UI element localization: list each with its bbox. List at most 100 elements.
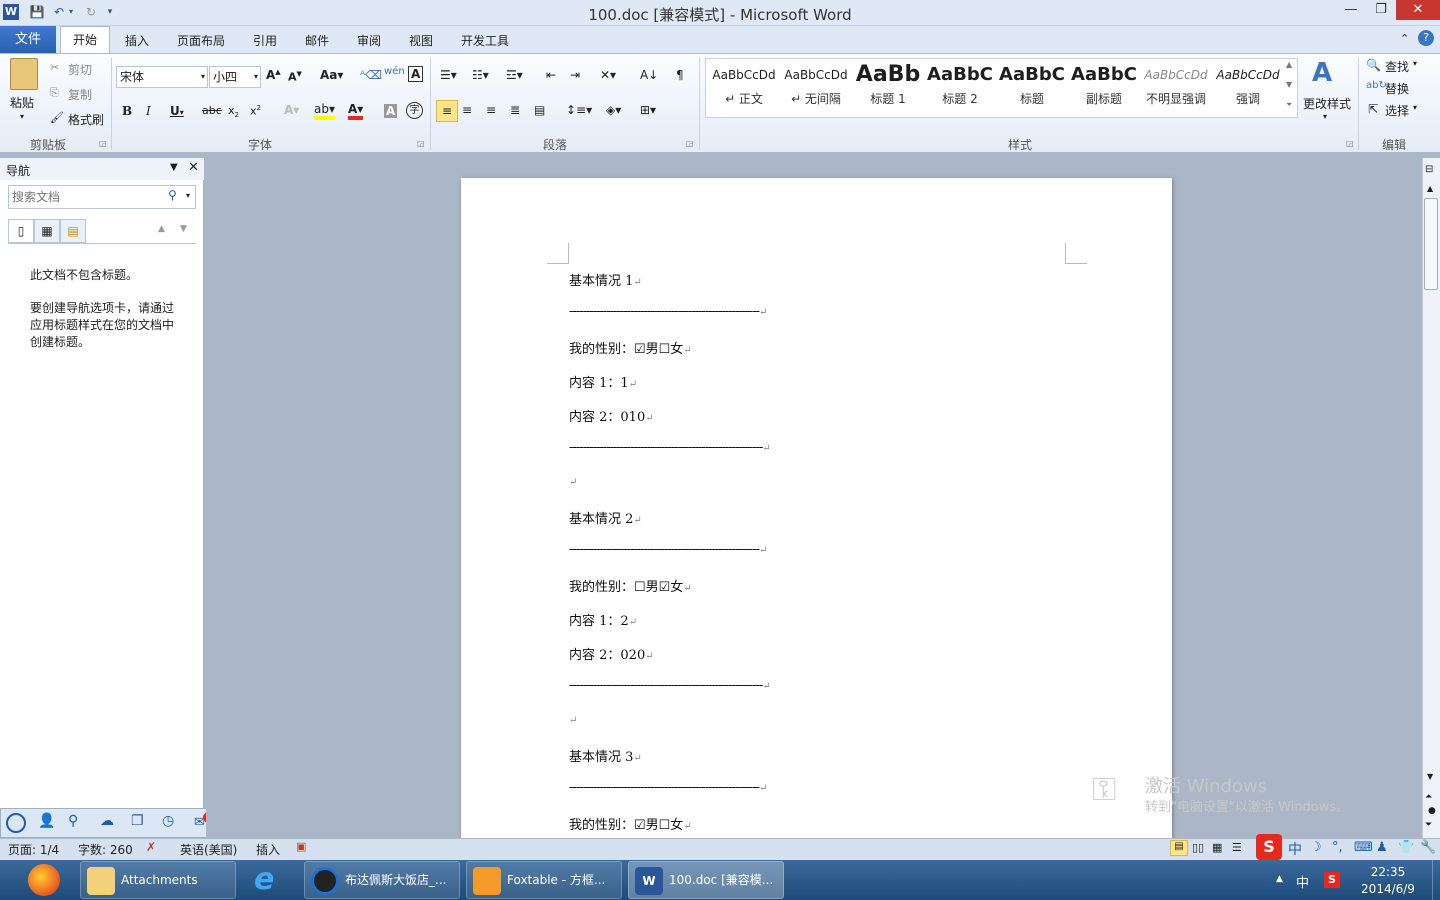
ribbon-minimize-icon[interactable]: ⌃: [1400, 32, 1409, 45]
tab-page-layout[interactable]: 页面布局: [170, 29, 232, 53]
firefox-icon[interactable]: [28, 864, 60, 896]
strikethrough-icon[interactable]: abc: [202, 104, 222, 117]
sogou-ime-icon[interactable]: S: [1256, 834, 1282, 860]
search-icon[interactable]: ⚲: [168, 188, 177, 202]
enclose-characters-icon[interactable]: 字: [406, 102, 423, 119]
tab-mailings[interactable]: 邮件: [298, 29, 336, 53]
font-name-combo[interactable]: 宋体 ▾: [116, 66, 208, 88]
style-subtle-emphasis[interactable]: AaBbCcDd 不明显强调: [1140, 60, 1212, 118]
search-icon[interactable]: ⚲: [68, 813, 78, 829]
status-mode[interactable]: 插入: [256, 841, 280, 858]
cut-button[interactable]: 剪切: [68, 61, 92, 78]
tab-insert[interactable]: 插入: [118, 29, 156, 53]
doc-line[interactable]: ↵: [569, 712, 577, 727]
tray-sogou-icon[interactable]: S: [1324, 872, 1340, 888]
ruler-toggle-icon[interactable]: ⊟: [1425, 164, 1433, 175]
print-layout-view-icon[interactable]: ▤: [1170, 840, 1188, 856]
tab-file[interactable]: 文件: [0, 26, 56, 53]
taskbar-item-foxtable[interactable]: Foxtable - 方框...: [466, 861, 622, 899]
clear-formatting-icon[interactable]: ᴬ⌫: [360, 68, 382, 82]
paragraph-launcher-icon[interactable]: ◲: [686, 139, 694, 148]
doc-line[interactable]: 内容 1：2↵: [569, 610, 637, 629]
internet-explorer-icon[interactable]: e: [254, 862, 274, 897]
macro-record-icon[interactable]: ▣: [296, 840, 306, 853]
doc-line[interactable]: ----------------------------------------…: [569, 678, 771, 693]
doc-line[interactable]: 内容 1：1↵: [569, 372, 637, 391]
ime-punctuation-icon[interactable]: °,: [1332, 840, 1343, 855]
replace-icon[interactable]: ab↻: [1366, 80, 1387, 91]
tab-view[interactable]: 视图: [402, 29, 440, 53]
nav-previous-icon[interactable]: ▲: [158, 224, 165, 234]
multilevel-list-icon[interactable]: ☲▾: [506, 68, 523, 82]
copy-icon[interactable]: ⎘: [50, 86, 59, 100]
search-dropdown-icon[interactable]: ▾: [186, 191, 190, 200]
doc-line[interactable]: 内容 2：020↵: [569, 644, 654, 663]
decrease-indent-icon[interactable]: ⇤: [546, 68, 556, 82]
doc-line[interactable]: 基本情况 3↵: [569, 746, 642, 765]
taskbar-item-word[interactable]: W 100.doc [兼容模...: [628, 861, 784, 899]
shrink-font-icon[interactable]: A▼: [288, 70, 302, 84]
find-button[interactable]: 查找: [1385, 58, 1409, 75]
proofing-icon[interactable]: ✗: [146, 840, 156, 854]
taskbar-item-attachments[interactable]: Attachments: [80, 861, 236, 899]
doc-line[interactable]: 基本情况 1↵: [569, 270, 642, 289]
bold-icon[interactable]: B: [122, 104, 132, 118]
restore-button[interactable]: ❐: [1366, 0, 1396, 20]
browse-headings-tab[interactable]: ▯: [8, 219, 34, 243]
show-desktop-button[interactable]: [1432, 860, 1440, 900]
styles-scroll-up-icon[interactable]: ▲: [1286, 60, 1292, 69]
style-normal[interactable]: AaBbCcDd ↵ 正文: [708, 60, 780, 118]
style-emphasis[interactable]: AaBbCcDd 强调: [1212, 60, 1284, 118]
ime-keyboard-icon[interactable]: ⌨: [1354, 840, 1373, 855]
nav-close-icon[interactable]: ✕: [188, 160, 199, 175]
paste-button[interactable]: 粘贴: [10, 94, 34, 111]
chevron-down-icon[interactable]: ▾: [201, 67, 205, 87]
find-dropdown-icon[interactable]: ▾: [1413, 59, 1417, 68]
doc-line[interactable]: ----------------------------------------…: [569, 542, 767, 557]
home-icon[interactable]: [6, 813, 26, 833]
paste-dropdown-icon[interactable]: ▾: [20, 112, 24, 121]
format-painter-button[interactable]: 格式刷: [68, 111, 104, 128]
character-shading-icon[interactable]: A: [384, 104, 398, 118]
show-marks-icon[interactable]: ¶: [676, 68, 684, 82]
change-case-icon[interactable]: Aa▾: [320, 68, 343, 82]
contact-icon[interactable]: 👤: [38, 813, 55, 829]
tray-ime-indicator[interactable]: 中: [1296, 872, 1309, 891]
outline-view-icon[interactable]: ☰: [1232, 841, 1242, 854]
increase-indent-icon[interactable]: ⇥: [570, 68, 580, 82]
doc-line[interactable]: 我的性别：☑男☐女↵: [569, 338, 692, 357]
browse-pages-tab[interactable]: ▦: [34, 219, 60, 243]
cloud-icon[interactable]: ☁: [100, 813, 114, 829]
scroll-up-icon[interactable]: ▲: [1427, 184, 1433, 193]
next-page-icon[interactable]: ⏷: [1425, 820, 1432, 830]
superscript-icon[interactable]: x2: [250, 104, 261, 118]
doc-line[interactable]: 基本情况 2↵: [569, 508, 642, 527]
tab-developer[interactable]: 开发工具: [454, 29, 516, 53]
format-painter-icon[interactable]: 🖌: [50, 111, 64, 124]
distributed-icon[interactable]: ▤: [534, 103, 545, 117]
grow-font-icon[interactable]: A▲: [266, 68, 281, 82]
tab-home[interactable]: 开始: [60, 26, 110, 53]
tab-review[interactable]: 审阅: [350, 29, 388, 53]
font-color-icon[interactable]: A▾: [348, 102, 364, 120]
ime-chinese-icon[interactable]: 中: [1288, 839, 1302, 859]
tab-references[interactable]: 引用: [246, 29, 284, 53]
ime-skin-icon[interactable]: 👕: [1398, 840, 1414, 855]
select-button[interactable]: 选择: [1385, 102, 1409, 119]
find-icon[interactable]: 🔍: [1366, 58, 1381, 72]
paste-icon[interactable]: [10, 58, 38, 90]
phonetic-guide-icon[interactable]: wén: [384, 66, 405, 77]
sort-icon[interactable]: A↓: [640, 68, 658, 82]
line-spacing-icon[interactable]: ↕≡▾: [566, 103, 592, 117]
font-launcher-icon[interactable]: ◲: [417, 139, 425, 148]
clipboard-launcher-icon[interactable]: ◲: [99, 139, 107, 148]
cut-icon[interactable]: ✂: [50, 61, 59, 74]
browse-results-tab[interactable]: ▤: [60, 219, 86, 243]
change-styles-icon[interactable]: A: [1312, 58, 1332, 88]
justify-icon[interactable]: ≣: [510, 103, 520, 117]
numbering-icon[interactable]: ☷▾: [472, 68, 489, 82]
style-no-spacing[interactable]: AaBbCcDd ↵ 无间隔: [780, 60, 852, 118]
align-right-icon[interactable]: ≡: [486, 103, 496, 117]
status-words[interactable]: 字数: 260: [78, 841, 133, 858]
chevron-down-icon[interactable]: ▾: [254, 67, 258, 87]
